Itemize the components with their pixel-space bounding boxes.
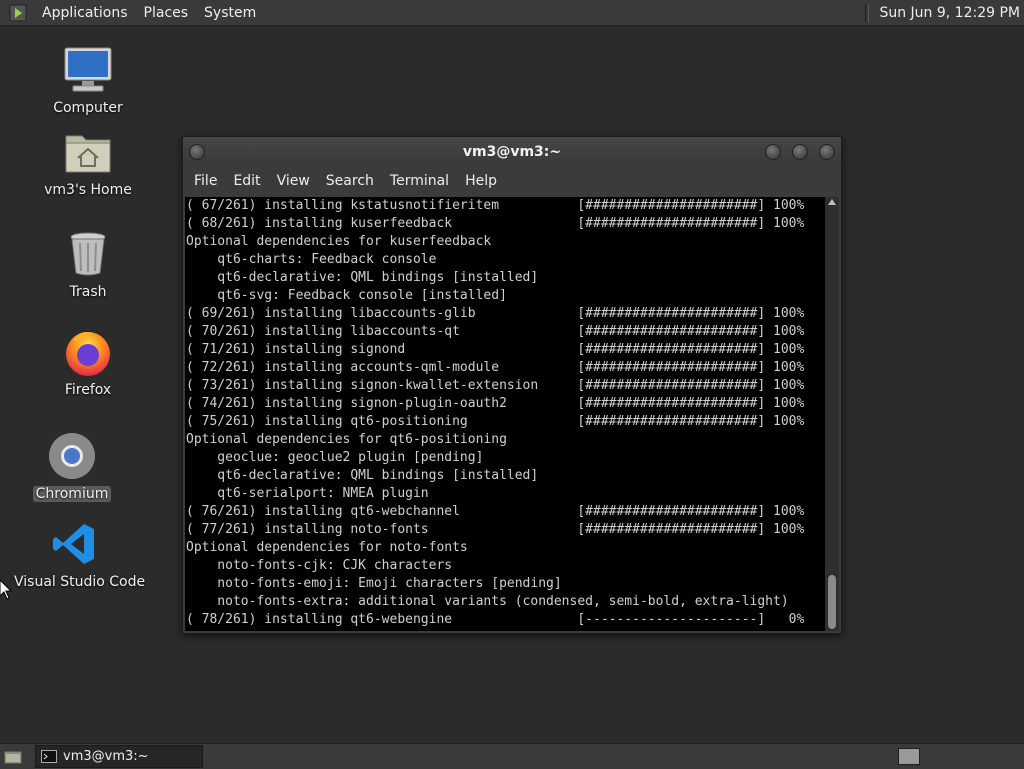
desktop-icon-label: vm3's Home <box>44 182 132 198</box>
firefox-icon <box>62 326 114 378</box>
computer-icon <box>62 44 114 96</box>
desktop-icon-label: Chromium <box>32 486 112 502</box>
close-button[interactable] <box>819 144 835 160</box>
terminal-line: Optional dependencies for kuserfeedback <box>186 234 492 249</box>
panel-separator <box>865 3 870 22</box>
terminal-line: qt6-svg: Feedback console [installed] <box>186 288 507 303</box>
terminal-line: Optional dependencies for qt6-positionin… <box>186 432 507 447</box>
applications-menu[interactable]: Applications <box>34 5 136 21</box>
maximize-button[interactable] <box>792 144 808 160</box>
taskbar-item-label: vm3@vm3:~ <box>63 749 149 764</box>
terminal-window[interactable]: vm3@vm3:~ File Edit View Search Terminal… <box>182 136 842 634</box>
menu-file[interactable]: File <box>186 173 225 189</box>
terminal-output[interactable]: ( 67/261) installing kstatusnotifieritem… <box>185 197 825 631</box>
terminal-line: qt6-serialport: NMEA plugin <box>186 486 429 501</box>
minimize-button[interactable] <box>765 144 781 160</box>
terminal-line: ( 70/261) installing libaccounts-qt [###… <box>186 324 805 339</box>
terminal-line: geoclue: geoclue2 plugin [pending] <box>186 450 484 465</box>
taskbar-item-terminal[interactable]: vm3@vm3:~ <box>35 745 203 768</box>
terminal-line: qt6-charts: Feedback console <box>186 252 437 267</box>
terminal-line: ( 72/261) installing accounts-qml-module… <box>186 360 805 375</box>
terminal-line: qt6-declarative: QML bindings [installed… <box>186 270 539 285</box>
vscode-icon <box>48 518 100 570</box>
places-menu[interactable]: Places <box>136 5 197 21</box>
bottom-panel: vm3@vm3:~ <box>0 743 1024 769</box>
terminal-line: ( 75/261) installing qt6-positioning [##… <box>186 414 805 429</box>
terminal-line: ( 77/261) installing noto-fonts [#######… <box>186 522 805 537</box>
terminal-line: ( 68/261) installing kuserfeedback [####… <box>186 216 805 231</box>
menu-view[interactable]: View <box>269 173 318 189</box>
desktop-icon-home[interactable]: vm3's Home <box>43 126 133 198</box>
terminal-line: ( 74/261) installing signon-plugin-oauth… <box>186 396 805 411</box>
terminal-line: ( 71/261) installing signond [##########… <box>186 342 805 357</box>
clock[interactable]: Sun Jun 9, 12:29 PM <box>879 5 1020 21</box>
mouse-cursor-icon <box>0 580 12 600</box>
terminal-line: noto-fonts-emoji: Emoji characters [pend… <box>186 576 562 591</box>
menu-edit[interactable]: Edit <box>225 173 268 189</box>
terminal-menubar: File Edit View Search Terminal Help <box>183 167 841 195</box>
window-titlebar[interactable]: vm3@vm3:~ <box>183 137 841 167</box>
desktop-icon-chromium[interactable]: Chromium <box>32 430 112 502</box>
desktop-icon-label: Trash <box>69 284 107 300</box>
desktop-icon-vscode[interactable]: Visual Studio Code <box>14 518 146 590</box>
terminal-line: ( 73/261) installing signon-kwallet-exte… <box>186 378 805 393</box>
terminal-line: Optional dependencies for noto-fonts <box>186 540 468 555</box>
scroll-up-arrow-icon[interactable] <box>828 199 836 205</box>
menu-help[interactable]: Help <box>457 173 505 189</box>
terminal-line: noto-fonts-extra: additional variants (c… <box>186 594 789 609</box>
terminal-line: ( 69/261) installing libaccounts-glib [#… <box>186 306 805 321</box>
terminal-icon <box>41 750 57 763</box>
terminal-line: ( 76/261) installing qt6-webchannel [###… <box>186 504 805 519</box>
window-title: vm3@vm3:~ <box>462 144 562 160</box>
desktop-icon-label: Computer <box>53 100 123 116</box>
desktop-icon-label: Firefox <box>64 382 112 398</box>
scroll-thumb[interactable] <box>828 575 836 629</box>
workspace-switcher[interactable] <box>898 748 920 765</box>
terminal-scrollbar[interactable] <box>825 197 839 631</box>
desktop-icon-label: Visual Studio Code <box>14 574 146 590</box>
home-folder-icon <box>62 126 114 178</box>
trash-icon <box>62 228 114 280</box>
menu-search[interactable]: Search <box>318 173 382 189</box>
top-panel: Applications Places System Sun Jun 9, 12… <box>0 0 1024 26</box>
gnome-foot-icon[interactable] <box>8 3 28 23</box>
system-menu[interactable]: System <box>196 5 264 21</box>
terminal-line: ( 78/261) installing qt6-webengine [----… <box>186 612 805 627</box>
desktop-icon-computer[interactable]: Computer <box>48 44 128 116</box>
desktop-icon-firefox[interactable]: Firefox <box>48 326 128 398</box>
chromium-icon <box>46 430 98 482</box>
terminal-line: noto-fonts-cjk: CJK characters <box>186 558 453 573</box>
show-desktop-icon[interactable] <box>3 749 23 765</box>
terminal-line: qt6-declarative: QML bindings [installed… <box>186 468 539 483</box>
menu-terminal[interactable]: Terminal <box>382 173 457 189</box>
terminal-line: ( 67/261) installing kstatusnotifieritem… <box>186 198 805 213</box>
desktop-icon-trash[interactable]: Trash <box>48 228 128 300</box>
terminal-text: ( 67/261) installing kstatusnotifieritem… <box>185 197 825 629</box>
